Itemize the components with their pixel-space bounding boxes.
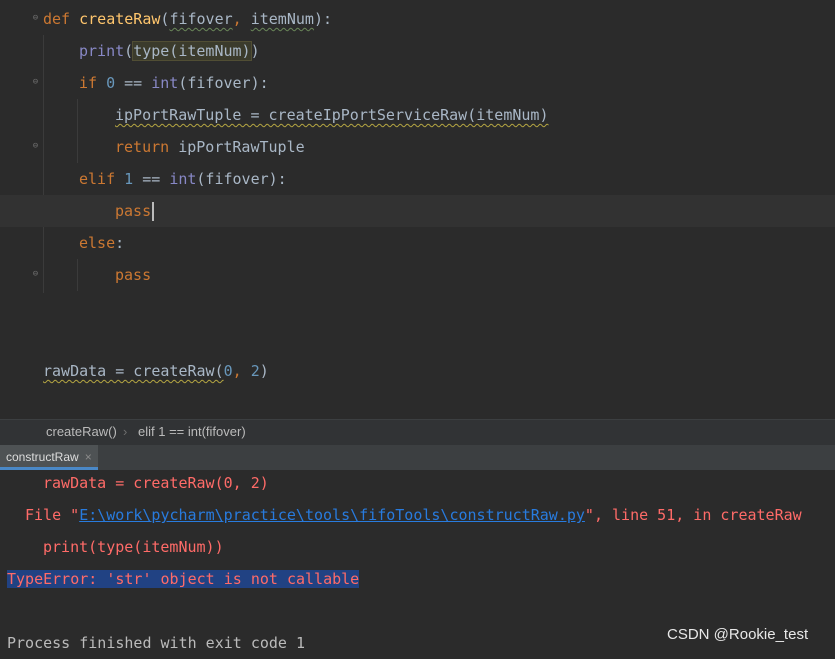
function-name: createRaw: [79, 10, 161, 28]
breadcrumb-item-branch[interactable]: elif 1 == int(fifover): [138, 420, 246, 444]
code-text: ipPortRawTuple: [169, 138, 305, 156]
keyword: return: [115, 138, 170, 156]
code-editor[interactable]: ⊖ ⊖ ⊖ ⊖ def createRaw(fifover, itemNum):…: [0, 0, 835, 419]
number: 1: [124, 170, 134, 188]
number: 2: [250, 362, 260, 380]
console-line: File "E:\work\pycharm\practice\tools\fif…: [25, 499, 802, 531]
code-line-8: else:: [79, 227, 124, 259]
code-text: rawData = createRaw(: [43, 362, 224, 380]
indent-guide: [77, 259, 78, 291]
breadcrumb-item-function[interactable]: createRaw(): [46, 420, 117, 444]
keyword: def: [43, 10, 71, 28]
code-line-9: pass: [115, 259, 151, 291]
paren: (: [124, 42, 134, 60]
code-line-10: rawData = createRaw(0, 2): [43, 355, 269, 387]
console-line: print(type(itemNum)): [43, 538, 224, 556]
code-text: (fifover):: [196, 170, 287, 188]
text-cursor: [152, 202, 155, 221]
keyword: if: [79, 74, 98, 92]
paren: ): [250, 42, 260, 60]
code-text: :: [115, 234, 125, 252]
console-text: ", line 51, in createRaw: [584, 506, 802, 524]
fold-icon[interactable]: ⊖: [31, 14, 40, 23]
code-line-6: elif 1 == int(fifover):: [79, 163, 287, 195]
file-link[interactable]: E:\work\pycharm\practice\tools\fifoTools…: [79, 506, 585, 524]
code-text: (fifover):: [178, 74, 269, 92]
code-line-2: print(type(itemNum)): [79, 35, 260, 67]
indent-guide: [43, 35, 44, 293]
builtin: int: [169, 170, 197, 188]
console-text: File ": [25, 506, 80, 524]
param: itemNum: [250, 10, 314, 28]
code-line-4: ipPortRawTuple = createIpPortServiceRaw(…: [115, 99, 548, 131]
paren: ):: [313, 10, 332, 28]
code-line-3: if 0 == int(fifover):: [79, 67, 269, 99]
tab-label: constructRaw: [6, 450, 79, 464]
keyword: pass: [115, 202, 152, 220]
close-icon[interactable]: ×: [85, 450, 92, 464]
number: 0: [106, 74, 116, 92]
console-line: TypeError: 'str' object is not callable: [7, 563, 360, 595]
operator: ==: [115, 74, 152, 92]
fold-icon[interactable]: ⊖: [31, 142, 40, 151]
paren: ): [259, 362, 269, 380]
console-line: rawData = createRaw(0, 2): [43, 474, 269, 492]
breadcrumb: createRaw() › elif 1 == int(fifover): [0, 419, 835, 445]
comma: ,: [232, 10, 251, 28]
exit-status: Process finished with exit code 1: [7, 634, 306, 652]
code-line-1: def createRaw(fifover, itemNum):: [43, 3, 332, 35]
number: 0: [223, 362, 233, 380]
fold-icon[interactable]: ⊖: [31, 270, 40, 279]
fold-icon[interactable]: ⊖: [31, 78, 40, 87]
comma: ,: [232, 362, 251, 380]
param: fifover: [169, 10, 233, 28]
operator: ==: [133, 170, 170, 188]
builtin: print: [79, 42, 125, 60]
watermark: CSDN @Rookie_test: [667, 626, 809, 643]
code-text: ipPortRawTuple = createIpPortServiceRaw(…: [115, 106, 549, 124]
indent-guide: [77, 99, 78, 163]
keyword: pass: [115, 266, 152, 284]
error-message: TypeError: 'str' object is not callable: [7, 570, 360, 588]
builtin: int: [151, 74, 179, 92]
keyword: elif: [79, 170, 116, 188]
code-line-5: return ipPortRawTuple: [115, 131, 305, 163]
type-call-highlight: type(itemNum): [132, 41, 252, 61]
code-line-7: pass: [115, 195, 155, 227]
keyword: else: [79, 234, 116, 252]
chevron-right-icon: ›: [123, 424, 128, 439]
